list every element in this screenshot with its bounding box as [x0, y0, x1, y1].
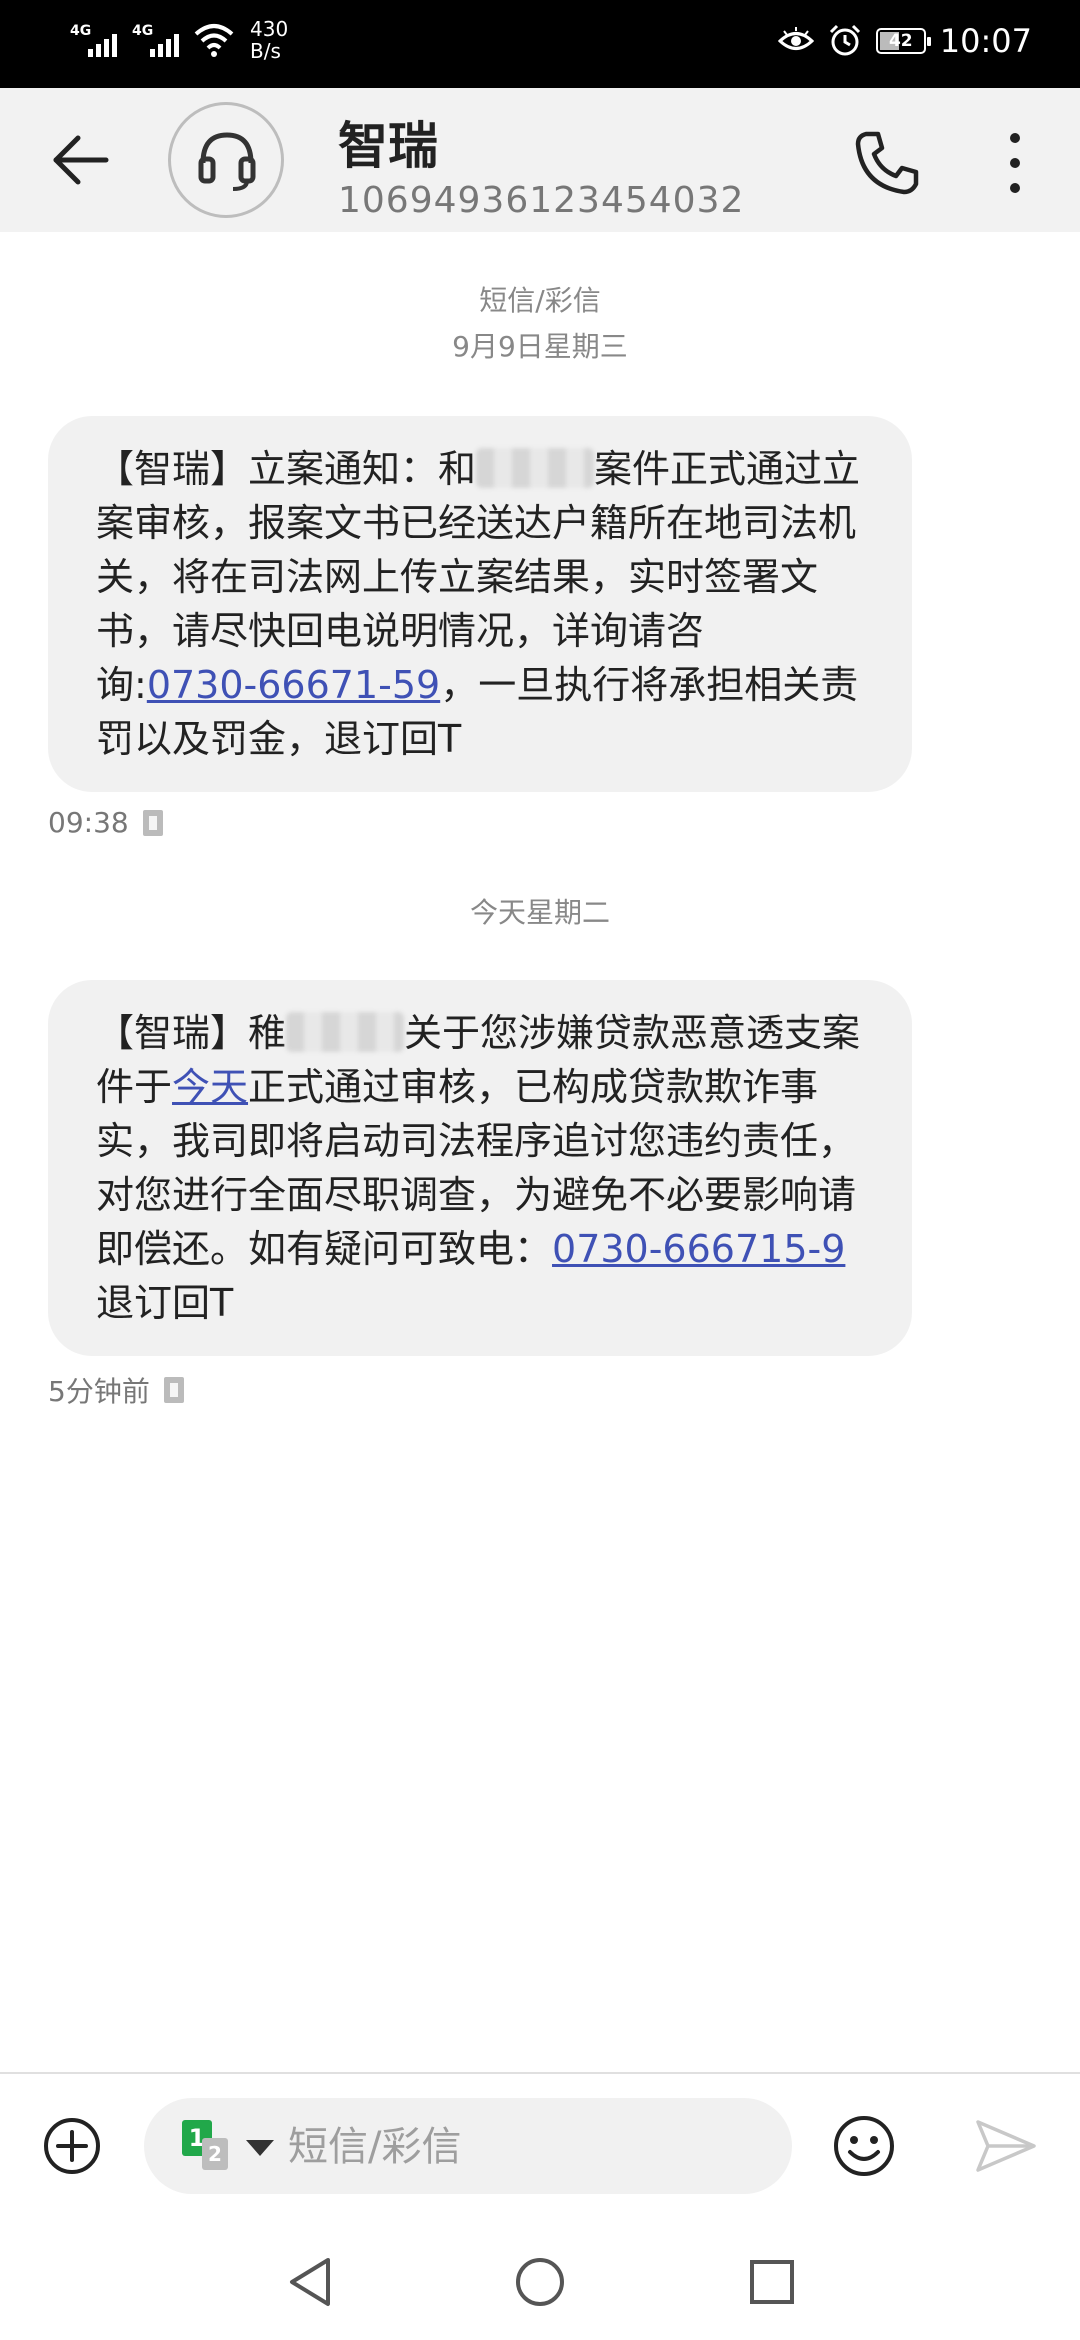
sim-switch-button[interactable]: 1 2 — [182, 2120, 234, 2174]
add-attachment-icon[interactable] — [42, 2116, 102, 2176]
redacted-text — [476, 448, 595, 488]
status-right: 42 10:07 — [777, 22, 1032, 60]
network-speed: 430 B/s — [250, 18, 288, 62]
headset-icon — [198, 132, 256, 191]
network-speed-value: 430 — [250, 17, 289, 41]
date-link[interactable]: 今天 — [172, 1065, 248, 1109]
message-bubble[interactable]: 【智瑞】稚 关于您涉嫌贷款恶意透支案件于今天正式通过审核，已构成贷款欺诈事实，我司… — [48, 980, 912, 1356]
contact-avatar[interactable] — [168, 102, 284, 218]
message-input-container: 1 2 — [144, 2098, 792, 2194]
message-time: 09:38 — [48, 806, 129, 839]
signal-strength-icon-2: 4G — [132, 19, 184, 61]
message-text: 退订回T — [96, 1281, 234, 1325]
alarm-icon — [829, 24, 860, 56]
back-arrow-icon[interactable] — [48, 128, 112, 192]
message-text: 【智瑞】立案通知：和 — [96, 447, 477, 491]
nav-back-icon[interactable] — [280, 2252, 340, 2312]
sim-card-icon — [142, 809, 163, 836]
wifi-icon — [194, 24, 234, 57]
message-meta: 5分钟前 — [48, 1370, 184, 1410]
network-speed-unit: B/s — [250, 39, 281, 63]
status-bar: 4G 4G 430 B/s 42 10:07 — [0, 0, 1080, 88]
status-left: 4G 4G 430 B/s — [70, 18, 288, 62]
chevron-down-icon[interactable] — [246, 2140, 274, 2156]
emoji-icon[interactable] — [832, 2114, 896, 2178]
compose-bar: 1 2 — [0, 2072, 1080, 2226]
more-options-icon[interactable] — [1000, 128, 1030, 198]
send-icon[interactable] — [974, 2118, 1038, 2174]
message-bubble[interactable]: 【智瑞】立案通知：和 案件正式通过立案审核，报案文书已经送达户籍所在地司法机关，将… — [48, 416, 912, 792]
battery-icon: 42 — [875, 28, 931, 54]
signal-strength-icon: 4G — [70, 19, 122, 61]
phone-link[interactable]: 0730-66671-59 — [147, 663, 440, 707]
message-time: 5分钟前 — [48, 1375, 150, 1408]
message-input[interactable] — [286, 2116, 770, 2178]
battery-level: 42 — [888, 31, 913, 51]
contact-number: 10694936123454032 — [338, 180, 745, 221]
date-separator: 9月9日星期三 — [452, 330, 628, 363]
message-text: 【智瑞】稚 — [96, 1011, 287, 1055]
sim-card-icon — [163, 1377, 184, 1403]
eye-comfort-icon — [777, 27, 814, 50]
phone-call-icon[interactable] — [852, 128, 922, 198]
nav-recent-apps-icon[interactable] — [742, 2252, 802, 2312]
message-meta: 09:38 — [48, 806, 163, 839]
contact-name: 智瑞 — [338, 117, 438, 175]
conversation-header: 智瑞 10694936123454032 — [0, 88, 1080, 232]
clock: 10:07 — [939, 22, 1032, 60]
date-separator: 今天星期二 — [469, 896, 610, 929]
nav-home-icon[interactable] — [510, 2252, 570, 2312]
channel-label: 短信/彩信 — [479, 284, 601, 317]
sim2-icon: 2 — [202, 2138, 228, 2170]
redacted-text — [286, 1012, 405, 1052]
system-navigation-bar — [0, 2224, 1080, 2340]
phone-link[interactable]: 0730-666715-9 — [552, 1227, 845, 1271]
